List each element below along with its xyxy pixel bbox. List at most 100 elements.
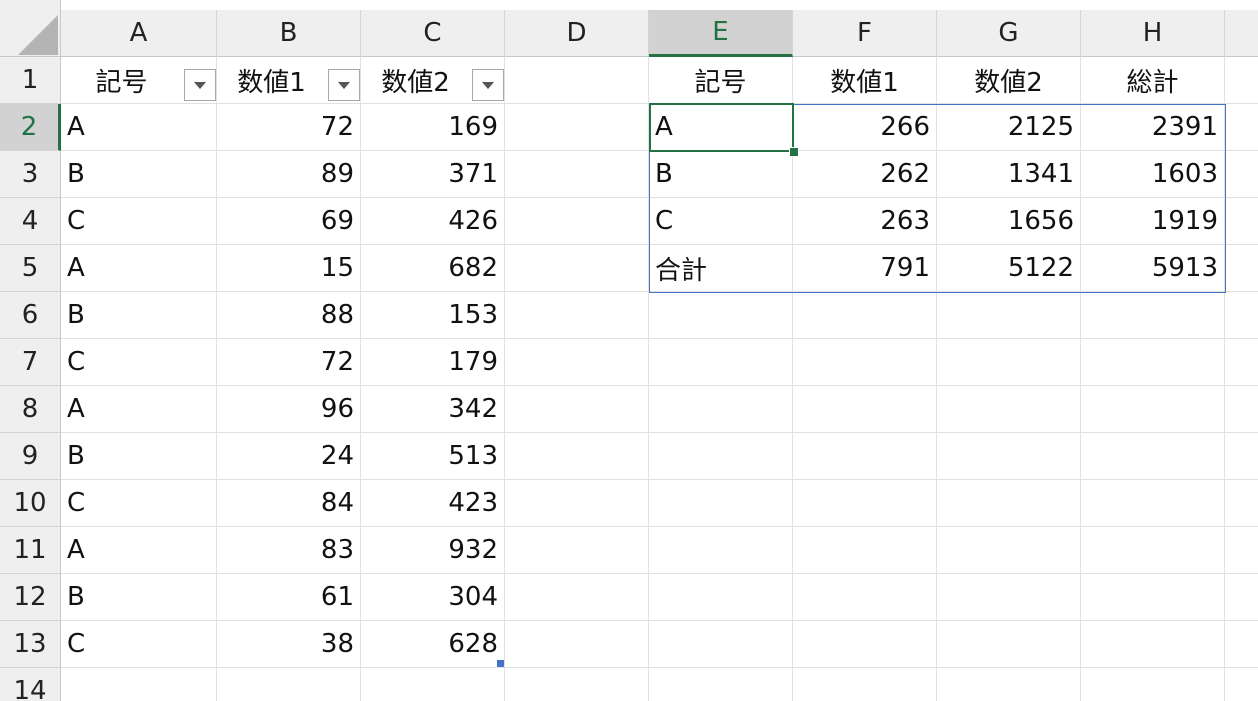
summary-data-cell[interactable]: C bbox=[649, 198, 793, 245]
filter-dropdown-button[interactable] bbox=[472, 69, 504, 101]
row-header-13[interactable]: 13 bbox=[0, 621, 61, 668]
summary-header-cell[interactable]: 記号 bbox=[649, 57, 793, 104]
column-header-d[interactable]: D bbox=[505, 10, 649, 57]
empty-cell[interactable] bbox=[1081, 668, 1225, 701]
empty-cell[interactable] bbox=[1081, 292, 1225, 339]
empty-cell[interactable] bbox=[649, 527, 793, 574]
row-header-11[interactable]: 11 bbox=[0, 527, 61, 574]
column-header-g[interactable]: G bbox=[937, 10, 1081, 57]
empty-cell[interactable] bbox=[793, 339, 937, 386]
source-data-cell[interactable]: C bbox=[61, 339, 217, 386]
row-header-5[interactable]: 5 bbox=[0, 245, 61, 292]
empty-cell[interactable] bbox=[649, 668, 793, 701]
source-data-cell[interactable]: 83 bbox=[217, 527, 361, 574]
empty-cell[interactable] bbox=[1225, 292, 1258, 339]
source-data-cell[interactable]: 932 bbox=[361, 527, 505, 574]
empty-cell[interactable] bbox=[649, 480, 793, 527]
summary-data-cell[interactable]: 262 bbox=[793, 151, 937, 198]
source-data-cell[interactable]: 169 bbox=[361, 104, 505, 151]
empty-cell[interactable] bbox=[649, 433, 793, 480]
row-header-3[interactable]: 3 bbox=[0, 151, 61, 198]
empty-cell[interactable] bbox=[793, 668, 937, 701]
empty-cell[interactable] bbox=[649, 621, 793, 668]
source-data-cell[interactable]: 179 bbox=[361, 339, 505, 386]
source-data-cell[interactable]: 371 bbox=[361, 151, 505, 198]
row-header-10[interactable]: 10 bbox=[0, 480, 61, 527]
empty-cell[interactable] bbox=[505, 339, 649, 386]
source-data-cell[interactable]: 153 bbox=[361, 292, 505, 339]
summary-data-cell[interactable]: 5122 bbox=[937, 245, 1081, 292]
row-header-9[interactable]: 9 bbox=[0, 433, 61, 480]
empty-cell[interactable] bbox=[1225, 574, 1258, 621]
source-data-cell[interactable]: C bbox=[61, 480, 217, 527]
empty-cell[interactable] bbox=[1225, 433, 1258, 480]
summary-header-cell[interactable]: 総計 bbox=[1081, 57, 1225, 104]
empty-cell[interactable] bbox=[1225, 104, 1258, 151]
empty-cell[interactable] bbox=[1225, 339, 1258, 386]
empty-cell[interactable] bbox=[649, 339, 793, 386]
empty-cell[interactable] bbox=[937, 527, 1081, 574]
summary-data-cell[interactable]: 266 bbox=[793, 104, 937, 151]
filter-dropdown-button[interactable] bbox=[184, 69, 216, 101]
summary-data-cell[interactable]: 263 bbox=[793, 198, 937, 245]
empty-cell[interactable] bbox=[505, 245, 649, 292]
empty-cell[interactable] bbox=[793, 574, 937, 621]
source-data-cell[interactable]: 38 bbox=[217, 621, 361, 668]
empty-cell[interactable] bbox=[937, 292, 1081, 339]
source-data-cell[interactable]: 304 bbox=[361, 574, 505, 621]
empty-cell[interactable] bbox=[649, 292, 793, 339]
source-data-cell[interactable]: 88 bbox=[217, 292, 361, 339]
summary-data-cell[interactable]: 1656 bbox=[937, 198, 1081, 245]
summary-data-cell[interactable]: 2125 bbox=[937, 104, 1081, 151]
source-data-cell[interactable]: A bbox=[61, 527, 217, 574]
empty-cell[interactable] bbox=[1081, 527, 1225, 574]
empty-cell[interactable] bbox=[217, 668, 361, 701]
source-data-cell[interactable]: A bbox=[61, 245, 217, 292]
empty-cell[interactable] bbox=[937, 574, 1081, 621]
empty-cell[interactable] bbox=[1225, 527, 1258, 574]
empty-cell[interactable] bbox=[793, 292, 937, 339]
source-data-cell[interactable]: 96 bbox=[217, 386, 361, 433]
empty-cell[interactable] bbox=[361, 668, 505, 701]
column-header-b[interactable]: B bbox=[217, 10, 361, 57]
empty-cell[interactable] bbox=[937, 621, 1081, 668]
source-data-cell[interactable]: 72 bbox=[217, 104, 361, 151]
empty-cell[interactable] bbox=[1081, 339, 1225, 386]
table-resize-handle[interactable] bbox=[497, 660, 504, 667]
empty-cell[interactable] bbox=[1225, 621, 1258, 668]
empty-cell[interactable] bbox=[649, 386, 793, 433]
source-data-cell[interactable]: C bbox=[61, 621, 217, 668]
row-header-12[interactable]: 12 bbox=[0, 574, 61, 621]
source-data-cell[interactable]: B bbox=[61, 433, 217, 480]
source-data-cell[interactable]: 61 bbox=[217, 574, 361, 621]
empty-cell[interactable] bbox=[1081, 433, 1225, 480]
empty-cell[interactable] bbox=[1081, 574, 1225, 621]
empty-cell[interactable] bbox=[61, 668, 217, 701]
empty-cell[interactable] bbox=[505, 292, 649, 339]
summary-data-cell[interactable]: 5913 bbox=[1081, 245, 1225, 292]
source-data-cell[interactable]: B bbox=[61, 292, 217, 339]
empty-cell[interactable] bbox=[505, 574, 649, 621]
column-header-e[interactable]: E bbox=[649, 10, 793, 57]
empty-cell[interactable] bbox=[505, 480, 649, 527]
source-data-cell[interactable]: 628 bbox=[361, 621, 505, 668]
source-data-cell[interactable]: 15 bbox=[217, 245, 361, 292]
row-header-7[interactable]: 7 bbox=[0, 339, 61, 386]
empty-cell[interactable] bbox=[505, 151, 649, 198]
row-header-4[interactable]: 4 bbox=[0, 198, 61, 245]
column-header-c[interactable]: C bbox=[361, 10, 505, 57]
row-header-1[interactable]: 1 bbox=[0, 57, 61, 104]
empty-cell[interactable] bbox=[937, 386, 1081, 433]
row-header-2[interactable]: 2 bbox=[0, 104, 61, 151]
empty-cell[interactable] bbox=[505, 57, 649, 104]
source-data-cell[interactable]: 84 bbox=[217, 480, 361, 527]
empty-cell[interactable] bbox=[505, 198, 649, 245]
summary-data-cell[interactable]: 1341 bbox=[937, 151, 1081, 198]
empty-cell[interactable] bbox=[793, 386, 937, 433]
empty-cell[interactable] bbox=[1225, 57, 1258, 104]
empty-cell[interactable] bbox=[649, 574, 793, 621]
empty-cell[interactable] bbox=[937, 433, 1081, 480]
empty-cell[interactable] bbox=[1225, 480, 1258, 527]
empty-cell[interactable] bbox=[505, 527, 649, 574]
source-data-cell[interactable]: 89 bbox=[217, 151, 361, 198]
